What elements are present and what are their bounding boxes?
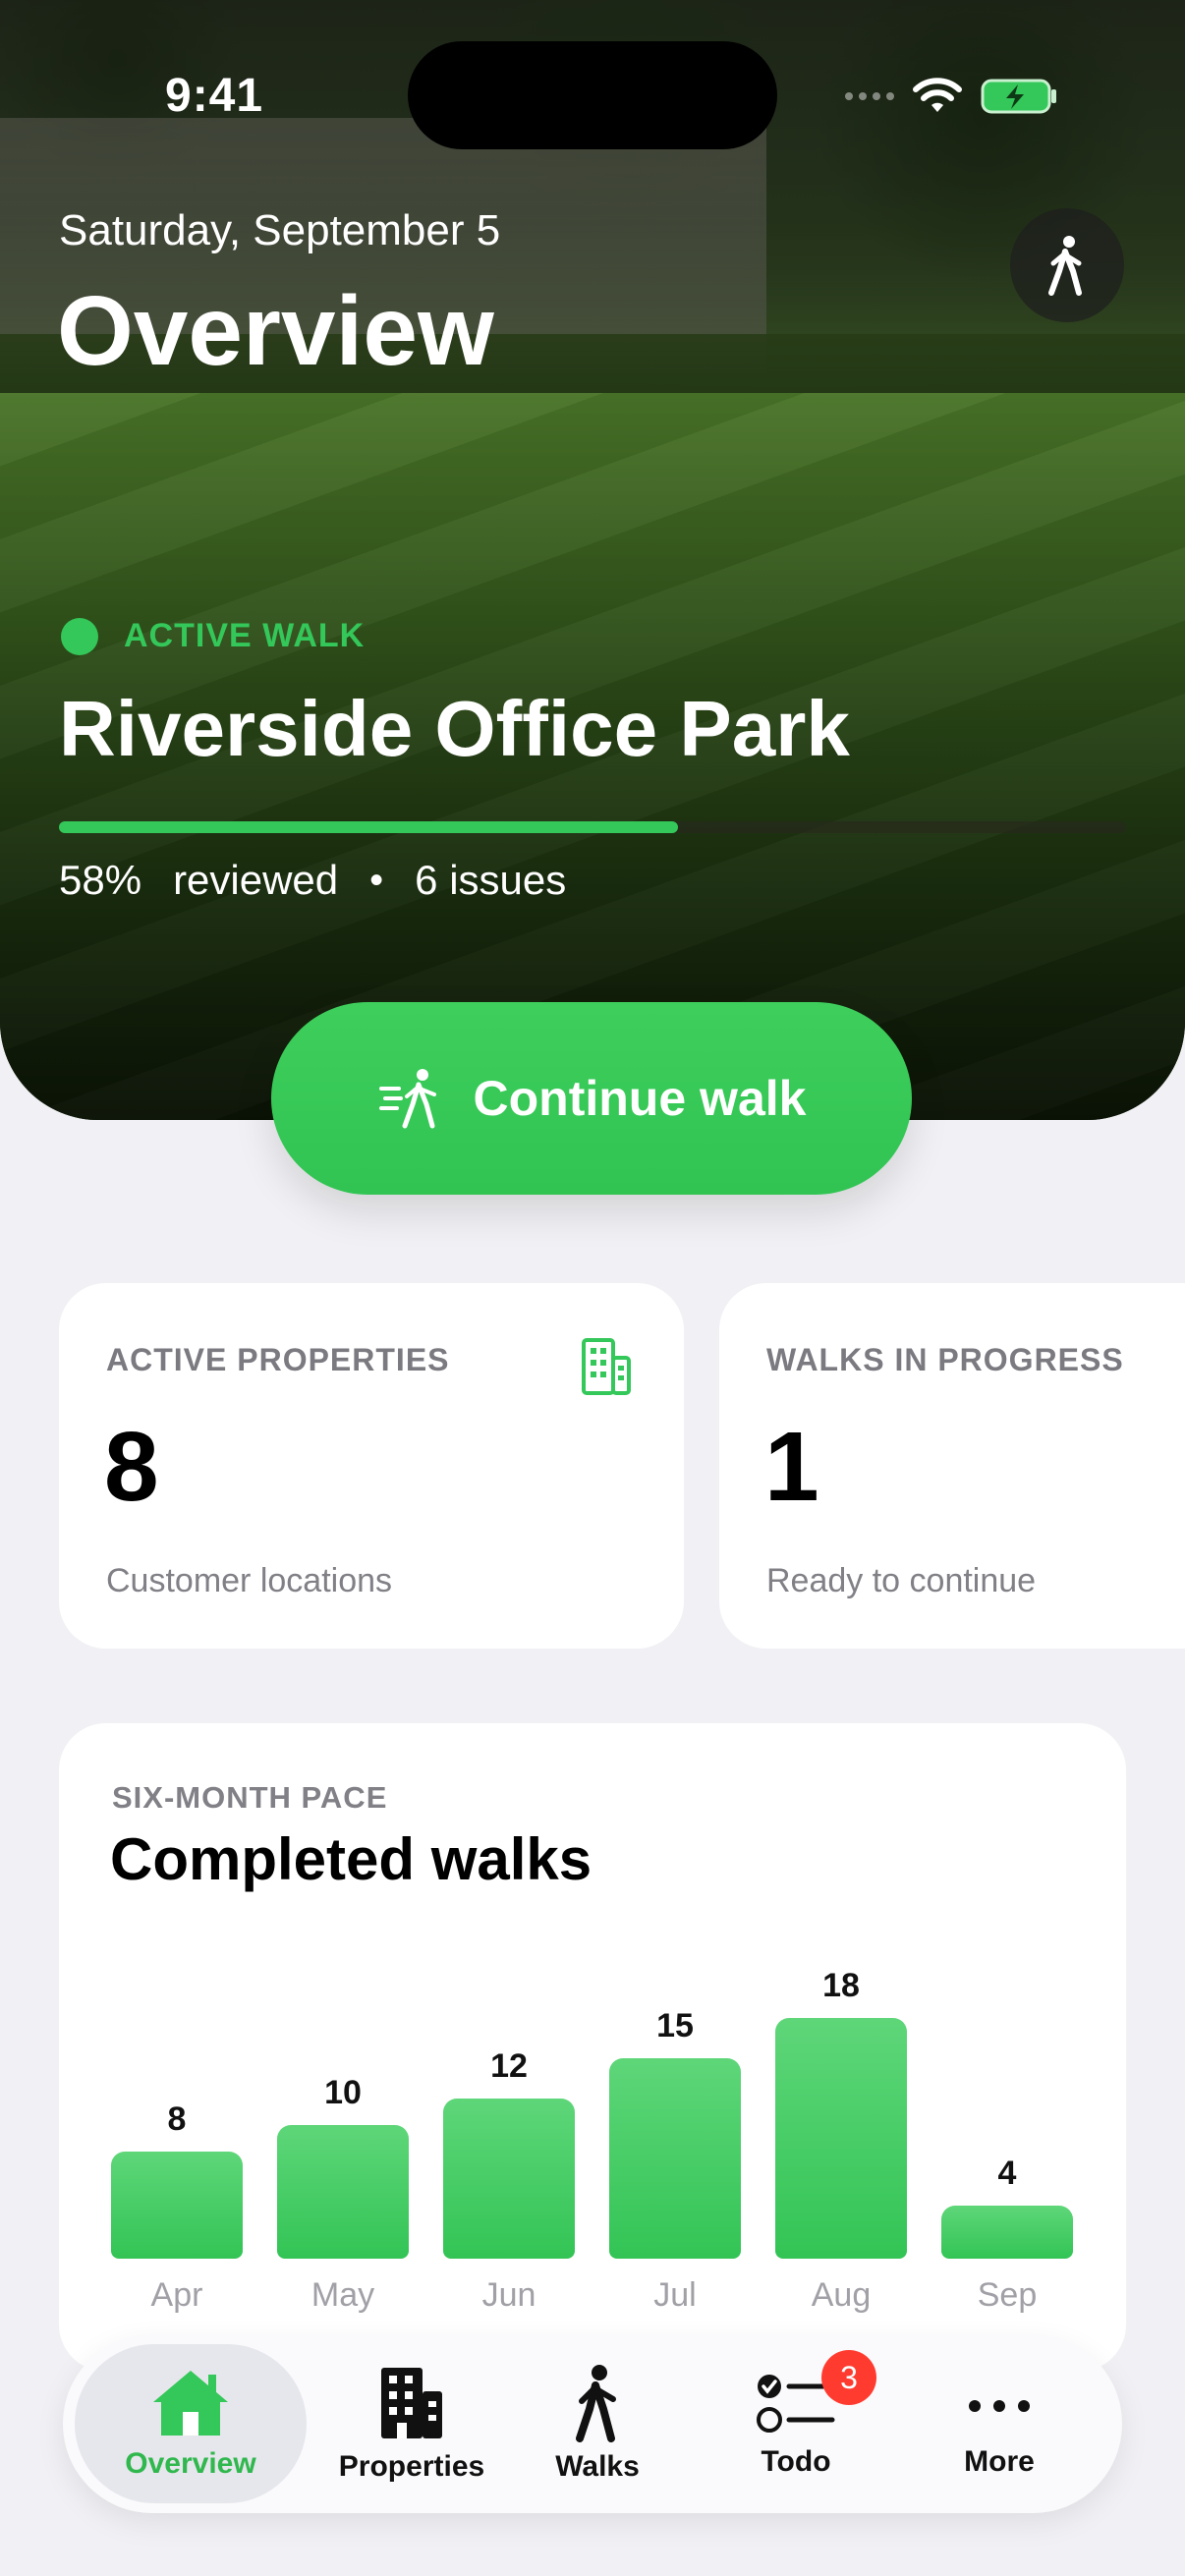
walking-person-icon <box>1048 236 1082 296</box>
cellular-dots-icon <box>845 92 894 100</box>
hero-shade <box>0 0 1185 1120</box>
chart-bar-aug <box>775 2018 907 2259</box>
chart-category-label: Sep <box>977 2276 1038 2314</box>
chart-category-label: Apr <box>150 2276 203 2314</box>
house-icon <box>153 2371 228 2436</box>
chart-bar-jun <box>443 2098 575 2259</box>
status-time: 9:41 <box>165 70 264 122</box>
tab-label: Todo <box>761 2445 831 2478</box>
start-walk-button[interactable] <box>1010 208 1124 322</box>
tab-label: Overview <box>125 2447 256 2480</box>
continue-walk-button[interactable]: Continue walk <box>271 1002 912 1195</box>
active-property-name: Riverside Office Park <box>59 685 850 772</box>
walk-progress-meta: 58% reviewed • 6 issues <box>59 857 566 904</box>
chart-bar-may <box>277 2124 409 2259</box>
chart-category-label: Jun <box>481 2276 536 2314</box>
tab-todo[interactable]: Todo 3 <box>705 2344 886 2503</box>
chart-title: Completed walks <box>110 1826 592 1892</box>
tab-label: Properties <box>338 2450 485 2483</box>
chart-category-label: Jul <box>653 2276 697 2314</box>
page-title: Overview <box>57 276 494 386</box>
active-walk-text: ACTIVE WALK <box>124 617 366 654</box>
stat-card-active-properties[interactable]: ACTIVE PROPERTIES 8 Customer locations <box>59 1283 684 1649</box>
active-status-dot <box>61 617 98 655</box>
chart-bar-sep <box>941 2205 1073 2259</box>
chart-category-label: May <box>310 2276 375 2314</box>
stat-sub: Ready to continue <box>766 1562 1037 1599</box>
walking-fast-icon <box>378 1069 436 1129</box>
progress-percent: 58% <box>59 857 142 903</box>
chart-data-label: 12 <box>490 2046 528 2085</box>
continue-walk-label: Continue walk <box>473 1071 807 1126</box>
stat-value: 1 <box>764 1412 819 1522</box>
status-icons <box>845 69 1059 124</box>
stat-label: ACTIVE PROPERTIES <box>106 1342 450 1377</box>
tab-overview[interactable]: Overview <box>75 2344 307 2503</box>
walk-progress-bar <box>59 821 1126 833</box>
chart-bar-apr <box>111 2152 243 2259</box>
active-walk-label: ACTIVE WALK <box>61 617 365 655</box>
walk-progress-fill <box>59 821 678 833</box>
ellipsis-icon <box>969 2400 1030 2412</box>
chart-data-label: 15 <box>656 2006 694 2044</box>
chart-data-label: 18 <box>822 1967 860 2004</box>
tab-bar: Overview Properties Walks Todo 3 More <box>63 2334 1122 2513</box>
todo-badge: 3 <box>821 2350 876 2405</box>
tab-label: Walks <box>555 2450 640 2483</box>
battery-charging-icon <box>981 79 1056 114</box>
hero-banner <box>0 0 1185 1120</box>
chart-data-label: 8 <box>167 2100 187 2139</box>
building-icon <box>381 2368 442 2438</box>
progress-reviewed-label: reviewed <box>173 857 339 903</box>
walking-person-icon <box>576 2365 616 2442</box>
current-date: Saturday, September 5 <box>59 206 501 254</box>
chart-bar-jul <box>609 2057 741 2259</box>
stat-value: 8 <box>104 1412 159 1522</box>
stat-sub: Customer locations <box>106 1562 393 1599</box>
tab-more[interactable]: More <box>916 2344 1083 2503</box>
chart-category-label: Aug <box>811 2276 872 2314</box>
stat-label: WALKS IN PROGRESS <box>766 1342 1124 1377</box>
chart-eyebrow: SIX-MONTH PACE <box>112 1780 388 1815</box>
chart-data-label: 10 <box>324 2073 362 2111</box>
tab-walks[interactable]: Walks <box>517 2344 678 2503</box>
tab-label: More <box>964 2445 1035 2478</box>
stat-card-walks-in-progress[interactable]: WALKS IN PROGRESS 1 Ready to continue <box>719 1283 1185 1649</box>
wifi-icon <box>913 78 962 112</box>
chart-data-label: 4 <box>997 2154 1017 2192</box>
tab-properties[interactable]: Properties <box>320 2344 503 2503</box>
issues-count: 6 issues <box>415 857 567 903</box>
building-icon <box>580 1336 633 1402</box>
dynamic-island <box>408 41 777 149</box>
completed-walks-chart-card: SIX-MONTH PACE Completed walks 8 Apr 10 May… <box>59 1723 1126 2372</box>
meta-separator: • <box>369 858 384 902</box>
